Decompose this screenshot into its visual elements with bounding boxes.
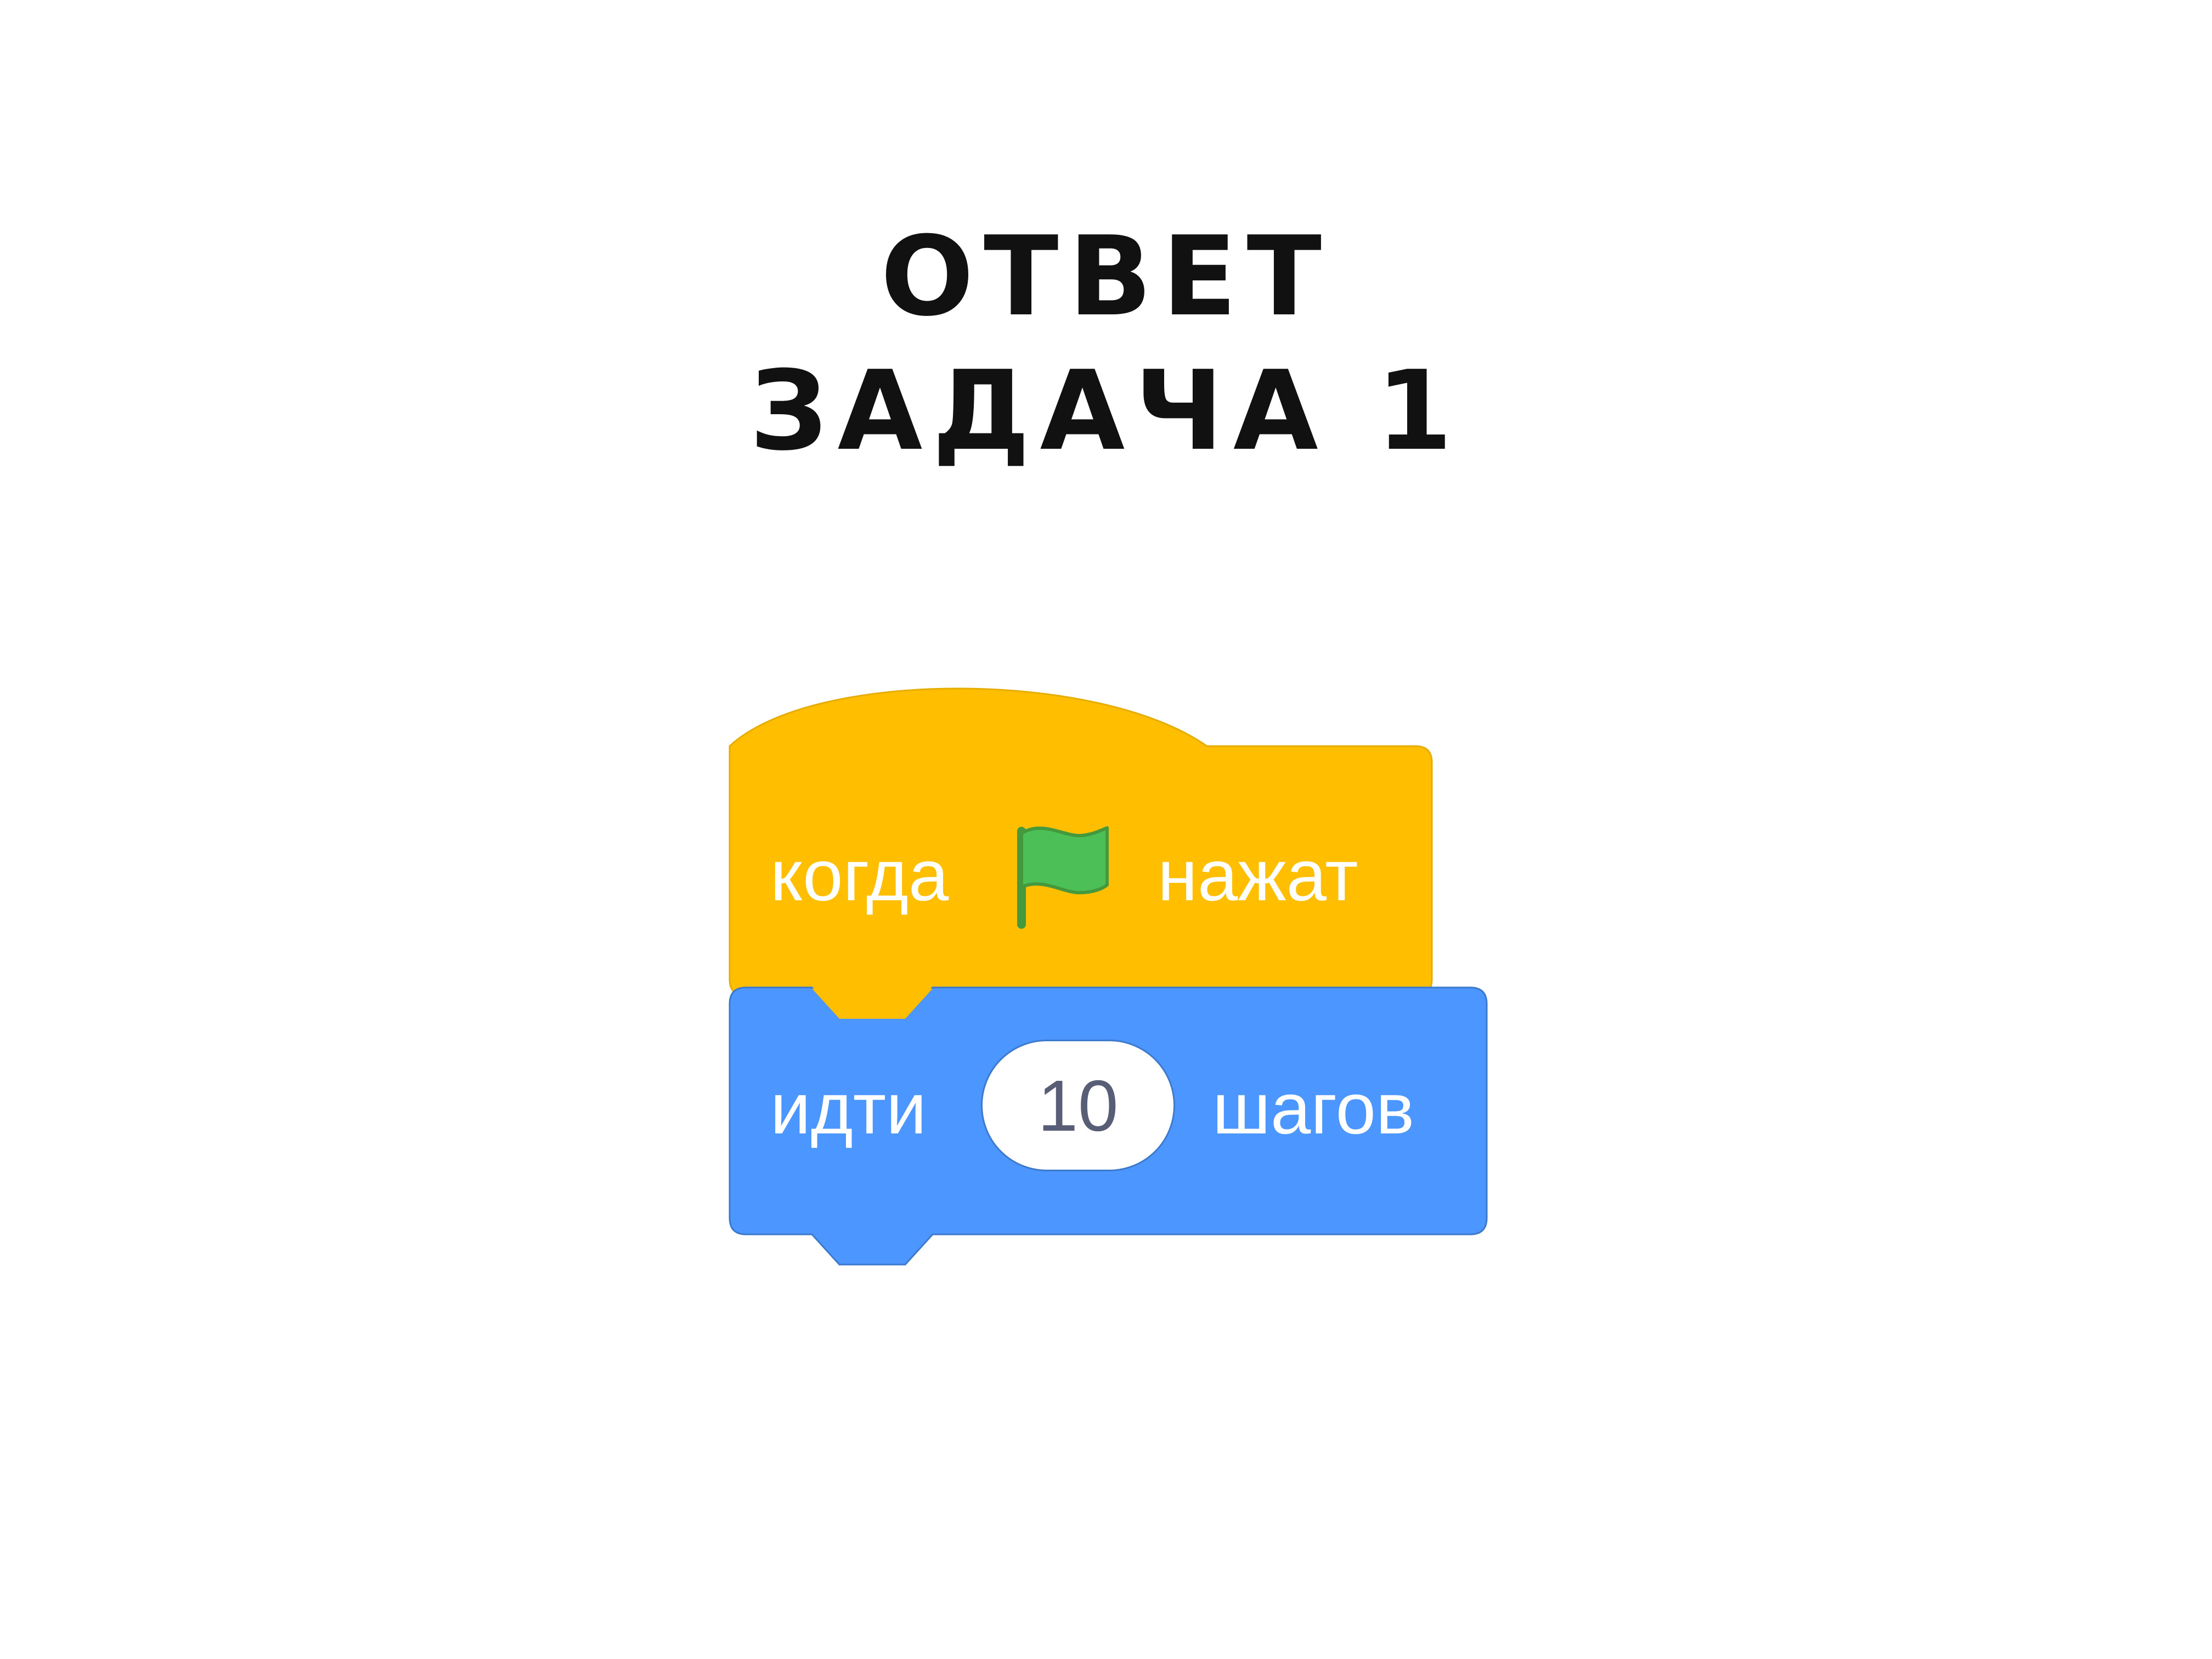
hat-block-label-clicked: нажат [1158, 835, 1358, 916]
hat-block-label-when: когда [770, 835, 949, 916]
steps-input[interactable]: 10 [981, 1040, 1175, 1171]
green-flag-icon [1017, 826, 1109, 929]
title-line-2: ЗАДАЧА 1 [749, 347, 1463, 475]
motion-block-label-move: идти [770, 1068, 927, 1149]
script-stack[interactable]: когда нажат идти 10 шагов [713, 647, 1509, 1278]
title-line-1: ОТВЕТ [881, 213, 1331, 341]
block-shapes [729, 687, 1488, 1266]
motion-block-label-steps: шагов [1212, 1068, 1415, 1149]
